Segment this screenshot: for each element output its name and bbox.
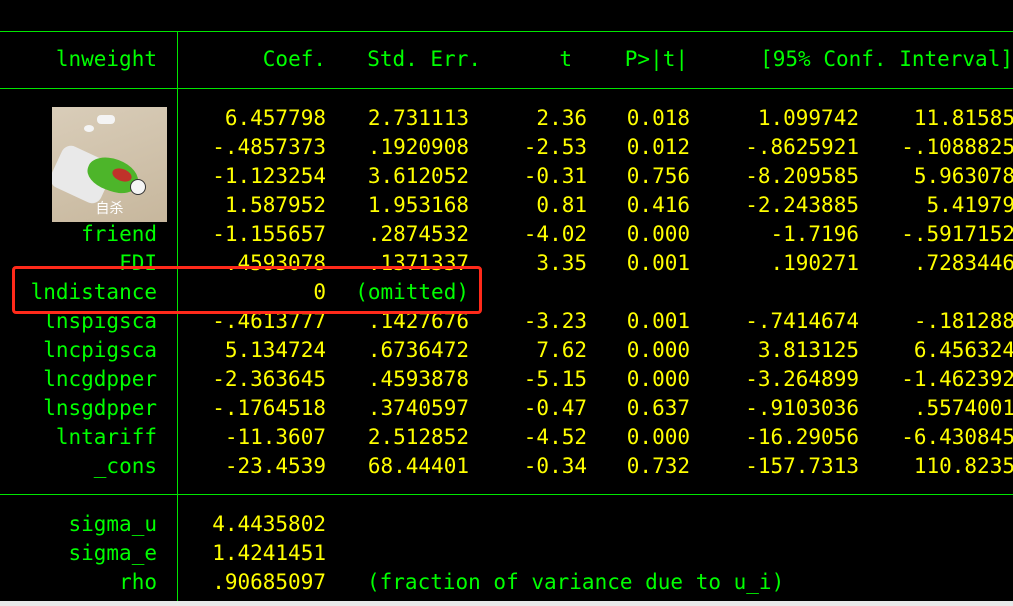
header-se: Std. Err. [367,47,481,71]
cell-label: lntariff [55,425,157,449]
cell-lo: -.7414674 [745,309,859,333]
cell-coef: 1.587952 [224,193,326,217]
cell-t: -5.15 [523,367,587,391]
sticker-caption: 自杀 [95,201,124,217]
stats-rule [0,494,1013,495]
cell-lo: -16.29056 [745,425,859,449]
cell-se: .4593878 [367,367,469,391]
cell-hi: 11.81585 [913,106,1013,130]
cell-hi: -.181288 [913,309,1013,333]
cell-hi: .7283446 [913,251,1013,275]
cell-p: 0.637 [626,396,690,420]
cell-p: 0.000 [626,338,690,362]
cell-hi: -1.462392 [901,367,1013,391]
cell-t: 7.62 [536,338,587,362]
cell-lo: 1.099742 [757,106,859,130]
stat-label: rho [119,570,157,594]
cell-coef: -11.3607 [224,425,326,449]
cell-lo: .190271 [770,251,859,275]
cell-label: _cons [93,454,157,478]
cell-t: -3.23 [523,309,587,333]
cell-t: -4.02 [523,222,587,246]
cell-coef: -.4857373 [212,135,326,159]
cell-t: -2.53 [523,135,587,159]
cell-coef: -1.123254 [212,164,326,188]
stat-label: sigma_u [68,512,157,536]
stat-value: 1.4241451 [212,541,326,565]
cell-hi: -6.430845 [901,425,1013,449]
cell-t: -0.31 [523,164,587,188]
cell-t: 3.35 [536,251,587,275]
cell-hi: 5.41979 [926,193,1013,217]
header-p: P>|t| [624,47,688,71]
cell-label: lncgdpper [43,367,157,391]
cell-label: lnsgdpper [43,396,157,420]
cell-lo: -157.7313 [745,454,859,478]
cell-t: -0.47 [523,396,587,420]
stat-label: sigma_e [68,541,157,565]
cell-coef: -1.155657 [212,222,326,246]
stat-note: (fraction of variance due to u_i) [367,570,785,594]
cell-t: 2.36 [536,106,587,130]
cell-hi: 5.963078 [913,164,1013,188]
cell-se: .1920908 [367,135,469,159]
cell-se: 3.612052 [367,164,469,188]
stat-value: 4.4435802 [212,512,326,536]
cell-t: 0.81 [536,193,587,217]
cell-lo: -.9103036 [745,396,859,420]
header-ci: [95% Conf. Interval] [760,47,1013,71]
cell-coef: 5.134724 [224,338,326,362]
cell-p: 0.012 [626,135,690,159]
cell-lo: -3.264899 [745,367,859,391]
cell-p: 0.000 [626,222,690,246]
cell-se: .6736472 [367,338,469,362]
cell-se: 2.731113 [367,106,469,130]
cell-p: 0.000 [626,425,690,449]
cell-coef: 6.457798 [224,106,326,130]
header-coef: Coef. [262,47,326,71]
cell-se: .2874532 [367,222,469,246]
cell-lo: 3.813125 [757,338,859,362]
cell-coef: -23.4539 [224,454,326,478]
cell-hi: .5574001 [913,396,1013,420]
cell-lo: -1.7196 [770,222,859,246]
top-rule [0,31,1013,32]
cell-coef: -2.363645 [212,367,326,391]
cell-hi: -.5917152 [901,222,1013,246]
cell-p: 0.018 [626,106,690,130]
header-t: t [559,47,572,71]
cell-p: 0.416 [626,193,690,217]
window-bottom-edge [0,601,1013,606]
cell-p: 0.001 [626,251,690,275]
cell-p: 0.001 [626,309,690,333]
cell-se: 68.44401 [367,454,469,478]
stat-value: .90685097 [212,570,326,594]
cell-p: 0.756 [626,164,690,188]
cell-lo: -8.209585 [745,164,859,188]
header-rule [0,88,1013,89]
cell-hi: -.1088825 [901,135,1013,159]
cell-se: 1.953168 [367,193,469,217]
cell-t: -4.52 [523,425,587,449]
cell-hi: 6.456324 [913,338,1013,362]
cell-p: 0.000 [626,367,690,391]
cell-p: 0.732 [626,454,690,478]
column-divider [177,31,178,601]
cell-hi: 110.8235 [913,454,1013,478]
meme-sticker-image: 自杀 [52,107,167,222]
cell-se: .3740597 [367,396,469,420]
cell-lo: -.8625921 [745,135,859,159]
cell-coef: -.1764518 [212,396,326,420]
cell-se: 2.512852 [367,425,469,449]
cell-lo: -2.243885 [745,193,859,217]
header-depvar: lnweight [55,47,157,71]
highlight-box-omitted [12,266,482,314]
cell-label: lncpigsca [43,338,157,362]
cell-t: -0.34 [523,454,587,478]
cell-label: friend [81,222,157,246]
